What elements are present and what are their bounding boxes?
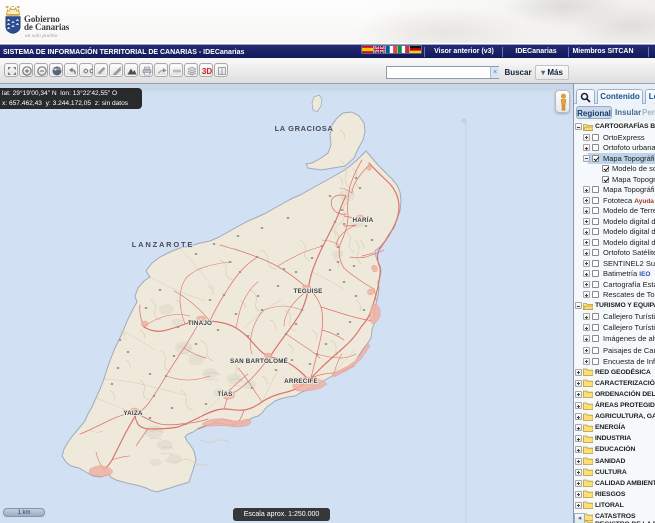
- svg-text:TÍAS: TÍAS: [217, 389, 232, 398]
- svg-text:TEGUISE: TEGUISE: [293, 288, 322, 295]
- svg-text:LA GRACIOSA: LA GRACIOSA: [275, 124, 334, 133]
- svg-text:3D: 3D: [202, 67, 212, 76]
- svg-text:SAN BARTOLOMÉ: SAN BARTOLOMÉ: [230, 356, 288, 365]
- svg-text:LANZAROTE: LANZAROTE: [132, 240, 194, 249]
- svg-text:TINAJO: TINAJO: [188, 320, 212, 327]
- svg-text:HARÍA: HARÍA: [353, 215, 374, 224]
- svg-text:ARRECIFE: ARRECIFE: [284, 378, 318, 385]
- svg-text:YAIZA: YAIZA: [123, 410, 143, 417]
